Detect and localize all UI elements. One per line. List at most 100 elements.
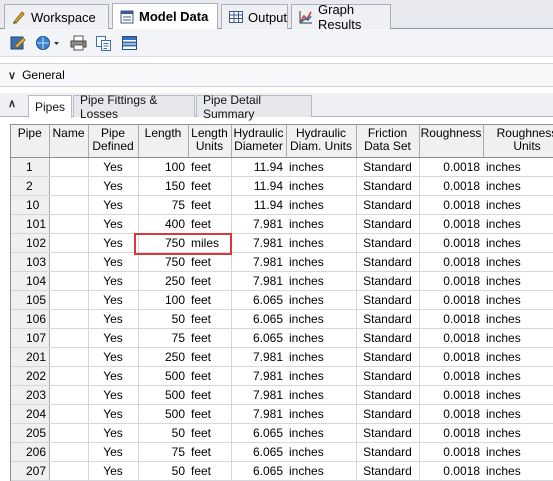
cell-pipe[interactable]: 103 bbox=[11, 252, 50, 272]
header-roughness[interactable]: Roughness bbox=[419, 125, 484, 158]
cell-roughness-units[interactable]: inches bbox=[483, 328, 553, 348]
cell-hydraulic-diameter[interactable]: 6.065 bbox=[231, 461, 286, 481]
cell-hydraulic-diam-units[interactable]: inches bbox=[286, 157, 357, 177]
cell-roughness[interactable]: 0.0018 bbox=[419, 195, 483, 215]
tab-pipe-fittings-losses[interactable]: Pipe Fittings & Losses bbox=[73, 93, 195, 121]
cell-name[interactable] bbox=[49, 309, 89, 329]
table-row[interactable]: 1 Yes 100 feet 11.94 inches Standard 0.0018 inch… bbox=[11, 157, 553, 177]
header-length-units[interactable]: Length Units bbox=[188, 125, 232, 158]
cell-length[interactable]: 250 bbox=[138, 271, 188, 291]
cell-hydraulic-diameter[interactable]: 7.981 bbox=[231, 233, 286, 253]
cell-friction-data-set[interactable]: Standard bbox=[356, 214, 420, 234]
cell-length[interactable]: 50 bbox=[138, 423, 188, 443]
cell-roughness-units[interactable]: inches bbox=[483, 385, 553, 405]
cell-roughness[interactable]: 0.0018 bbox=[419, 157, 483, 177]
cell-roughness-units[interactable]: inches bbox=[483, 461, 553, 481]
cell-pipe-defined[interactable]: Yes bbox=[88, 404, 139, 424]
cell-roughness[interactable]: 0.0018 bbox=[419, 290, 483, 310]
table-row[interactable]: 2 Yes 150 feet 11.94 inches Standard 0.0018 inch… bbox=[11, 176, 553, 196]
cell-length-units[interactable]: feet bbox=[188, 366, 232, 386]
cell-pipe-defined[interactable]: Yes bbox=[88, 271, 139, 291]
cell-hydraulic-diameter[interactable]: 6.065 bbox=[231, 290, 286, 310]
cell-friction-data-set[interactable]: Standard bbox=[356, 347, 420, 367]
table-row[interactable]: 104 Yes 250 feet 7.981 inches Standard 0.0018 in… bbox=[11, 271, 553, 291]
cell-hydraulic-diam-units[interactable]: inches bbox=[286, 461, 357, 481]
collapse-chevron-icon[interactable]: ∧ bbox=[8, 97, 16, 110]
cell-roughness-units[interactable]: inches bbox=[483, 423, 553, 443]
cell-length-units[interactable]: miles bbox=[188, 233, 232, 253]
tab-pipes[interactable]: Pipes bbox=[28, 95, 72, 118]
cell-roughness-units[interactable]: inches bbox=[483, 290, 553, 310]
cell-roughness-units[interactable]: inches bbox=[483, 347, 553, 367]
print-icon[interactable] bbox=[70, 35, 87, 51]
table-row[interactable]: 101 Yes 400 feet 7.981 inches Standard 0.0018 in… bbox=[11, 214, 553, 234]
cell-length-units[interactable]: feet bbox=[188, 214, 232, 234]
tab-model-data[interactable]: Model Data bbox=[112, 3, 218, 29]
cell-hydraulic-diam-units[interactable]: inches bbox=[286, 328, 357, 348]
cell-length-units[interactable]: feet bbox=[188, 195, 232, 215]
cell-roughness[interactable]: 0.0018 bbox=[419, 347, 483, 367]
cell-roughness[interactable]: 0.0018 bbox=[419, 423, 483, 443]
cell-hydraulic-diam-units[interactable]: inches bbox=[286, 214, 357, 234]
header-pipe[interactable]: Pipe bbox=[11, 125, 50, 158]
cell-hydraulic-diameter[interactable]: 7.981 bbox=[231, 385, 286, 405]
cell-length-units[interactable]: feet bbox=[188, 157, 232, 177]
header-pipe-defined[interactable]: Pipe Defined bbox=[88, 125, 139, 158]
table-row[interactable]: 206 Yes 75 feet 6.065 inches Standard 0.0018 inc… bbox=[11, 442, 553, 462]
cell-length[interactable]: 500 bbox=[138, 385, 188, 405]
cell-hydraulic-diam-units[interactable]: inches bbox=[286, 290, 357, 310]
cell-hydraulic-diameter[interactable]: 7.981 bbox=[231, 252, 286, 272]
cell-pipe-defined[interactable]: Yes bbox=[88, 214, 139, 234]
cell-hydraulic-diameter[interactable]: 7.981 bbox=[231, 404, 286, 424]
cell-name[interactable] bbox=[49, 290, 89, 310]
general-section-header[interactable]: ∨ General bbox=[0, 63, 553, 87]
cell-pipe[interactable]: 204 bbox=[11, 404, 50, 424]
cell-pipe-defined[interactable]: Yes bbox=[88, 442, 139, 462]
cell-friction-data-set[interactable]: Standard bbox=[356, 366, 420, 386]
cell-name[interactable] bbox=[49, 176, 89, 196]
cell-friction-data-set[interactable]: Standard bbox=[356, 423, 420, 443]
cell-friction-data-set[interactable]: Standard bbox=[356, 461, 420, 481]
cell-length[interactable]: 750 bbox=[138, 252, 188, 272]
cell-pipe-defined[interactable]: Yes bbox=[88, 290, 139, 310]
cell-name[interactable] bbox=[49, 461, 89, 481]
cell-length-units[interactable]: feet bbox=[188, 252, 232, 272]
cell-length-units[interactable]: feet bbox=[188, 271, 232, 291]
cell-pipe[interactable]: 104 bbox=[11, 271, 50, 291]
cell-pipe-defined[interactable]: Yes bbox=[88, 461, 139, 481]
table-row[interactable]: 102 Yes 750 miles 7.981 inches Standard 0.0018 i… bbox=[11, 233, 553, 253]
cell-roughness[interactable]: 0.0018 bbox=[419, 214, 483, 234]
cell-name[interactable] bbox=[49, 252, 89, 272]
cell-roughness-units[interactable]: inches bbox=[483, 404, 553, 424]
header-roughness-units[interactable]: Roughness Units bbox=[483, 125, 553, 158]
cell-pipe-defined[interactable]: Yes bbox=[88, 366, 139, 386]
cell-roughness[interactable]: 0.0018 bbox=[419, 442, 483, 462]
cell-pipe-defined[interactable]: Yes bbox=[88, 233, 139, 253]
cell-hydraulic-diameter[interactable]: 6.065 bbox=[231, 309, 286, 329]
cell-length-units[interactable]: feet bbox=[188, 385, 232, 405]
cell-roughness[interactable]: 0.0018 bbox=[419, 176, 483, 196]
header-name[interactable]: Name bbox=[49, 125, 89, 158]
cell-hydraulic-diam-units[interactable]: inches bbox=[286, 176, 357, 196]
cell-hydraulic-diameter[interactable]: 6.065 bbox=[231, 442, 286, 462]
cell-length[interactable]: 150 bbox=[138, 176, 188, 196]
cell-pipe[interactable]: 202 bbox=[11, 366, 50, 386]
table-row[interactable]: 205 Yes 50 feet 6.065 inches Standard 0.0018 inc… bbox=[11, 423, 553, 443]
cell-hydraulic-diameter[interactable]: 11.94 bbox=[231, 157, 286, 177]
cell-name[interactable] bbox=[49, 195, 89, 215]
cell-name[interactable] bbox=[49, 385, 89, 405]
cell-length-units[interactable]: feet bbox=[188, 461, 232, 481]
cell-roughness-units[interactable]: inches bbox=[483, 271, 553, 291]
cell-roughness[interactable]: 0.0018 bbox=[419, 271, 483, 291]
cell-pipe-defined[interactable]: Yes bbox=[88, 195, 139, 215]
cell-pipe[interactable]: 2 bbox=[11, 176, 50, 196]
cell-friction-data-set[interactable]: Standard bbox=[356, 385, 420, 405]
table-row[interactable]: 203 Yes 500 feet 7.981 inches Standard 0.0018 in… bbox=[11, 385, 553, 405]
cell-length-units[interactable]: feet bbox=[188, 442, 232, 462]
cell-hydraulic-diam-units[interactable]: inches bbox=[286, 423, 357, 443]
cell-length[interactable]: 75 bbox=[138, 442, 188, 462]
cell-friction-data-set[interactable]: Standard bbox=[356, 404, 420, 424]
table-row[interactable]: 106 Yes 50 feet 6.065 inches Standard 0.0018 inc… bbox=[11, 309, 553, 329]
cell-friction-data-set[interactable]: Standard bbox=[356, 157, 420, 177]
cell-length[interactable]: 750 bbox=[138, 233, 188, 253]
